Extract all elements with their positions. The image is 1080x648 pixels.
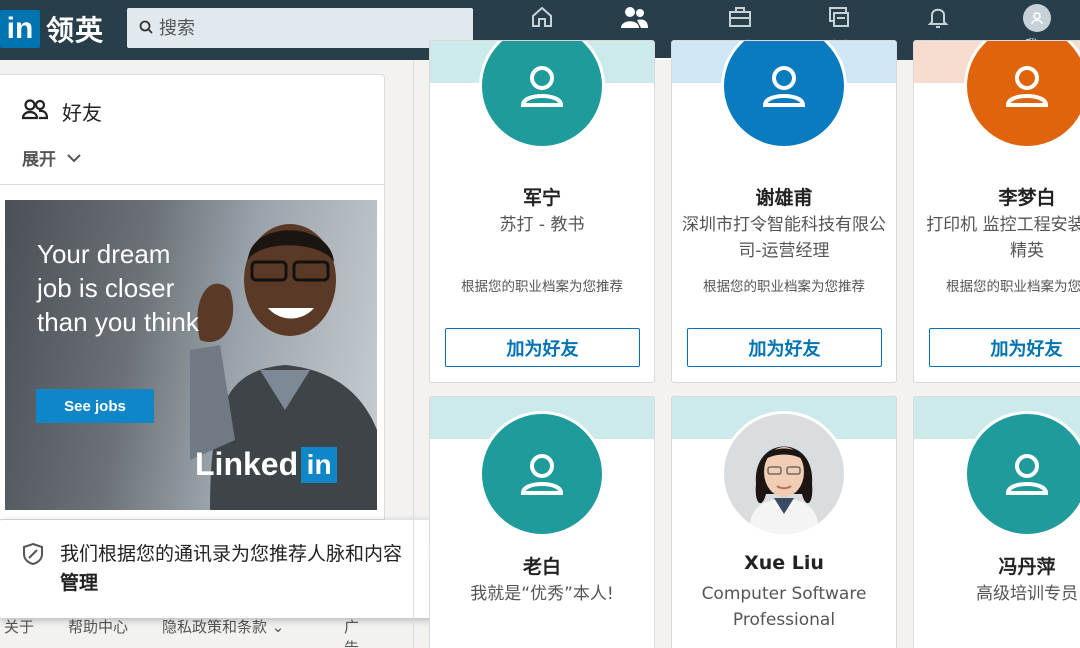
person-placeholder-icon xyxy=(520,66,564,107)
manage-link[interactable]: 管理 xyxy=(60,572,98,594)
avatar-icon xyxy=(1023,4,1051,32)
search-box[interactable] xyxy=(127,8,473,48)
notification-toast: 我们根据您的通讯录为您推荐人脉和内容 管理 × xyxy=(0,520,465,618)
shield-icon xyxy=(22,542,44,570)
person-avatar[interactable] xyxy=(479,411,605,537)
linkedin-logo[interactable]: in 领英 xyxy=(0,10,104,48)
jobs-icon xyxy=(727,4,753,34)
friends-icon xyxy=(21,98,49,125)
person-avatar[interactable] xyxy=(721,41,847,149)
chevron-down-icon xyxy=(56,148,82,168)
ad-linkedin-logo: Linked in xyxy=(195,446,338,483)
person-name[interactable]: 李梦白 xyxy=(914,183,1080,210)
toast-message: 我们根据您的通讯录为您推荐人脉和内容 管理 xyxy=(60,543,403,594)
footer-ads[interactable]: 广告 xyxy=(344,616,359,648)
expand-label: 展开 xyxy=(22,150,56,170)
column-divider xyxy=(413,60,414,648)
search-icon xyxy=(139,19,159,38)
person-photo xyxy=(724,414,844,534)
footer-privacy[interactable]: 隐私政策和条款 ⌄ xyxy=(162,616,284,637)
person-name[interactable]: 谢雄甫 xyxy=(672,183,896,210)
connect-button[interactable]: 加为好友 xyxy=(929,328,1080,367)
search-input[interactable] xyxy=(159,17,459,39)
notifications-icon xyxy=(925,4,951,34)
person-title: 苏打 - 教书 xyxy=(499,215,585,235)
person-card: Xue Liu Computer Software Professional xyxy=(671,396,897,648)
person-reason: 根据您的职业档案为您推荐 xyxy=(703,279,865,295)
messaging-icon xyxy=(826,4,852,34)
friends-card: 好友 展开 xyxy=(0,74,385,185)
person-title: 打印机 监控工程安装 — IT精英 xyxy=(926,215,1080,261)
home-icon xyxy=(529,4,555,34)
person-card: 军宁 苏打 - 教书 根据您的职业档案为您推荐 加为好友 xyxy=(429,40,655,383)
see-jobs-button[interactable]: See jobs xyxy=(36,389,154,423)
ad-banner[interactable]: Your dream job is closer than you think … xyxy=(5,200,377,510)
expand-button[interactable]: 展开 xyxy=(22,145,82,170)
person-reason: 根据您的职业档案为您推荐 xyxy=(461,279,623,295)
connect-button[interactable]: 加为好友 xyxy=(687,328,882,367)
person-card: 老白 我就是“优秀”本人! xyxy=(429,396,655,648)
footer-links: 关于 帮助中心 隐私政策和条款 ⌄ 广告 xyxy=(4,616,359,648)
person-title: 高级培训专员 xyxy=(976,584,1078,604)
ad-headline: Your dream job is closer than you think xyxy=(37,239,199,337)
friends-link[interactable]: 好友 xyxy=(21,97,102,126)
person-placeholder-icon xyxy=(520,454,564,495)
person-name[interactable]: Xue Liu xyxy=(672,552,896,574)
person-placeholder-icon xyxy=(1005,66,1049,107)
person-title: 深圳市打令智能科技有限公司-运营经理 xyxy=(682,215,886,261)
person-card: 冯丹萍 高级培训专员 xyxy=(913,396,1080,648)
logo-text: 领英 xyxy=(46,14,105,47)
footer-help[interactable]: 帮助中心 xyxy=(68,616,128,637)
person-card: 李梦白 打印机 监控工程安装 — IT精英 根据您的职业档案为您推荐 加为好友 xyxy=(913,40,1080,383)
person-title: Computer Software Professional xyxy=(701,584,867,630)
ad-card: Your dream job is closer than you think … xyxy=(0,184,385,520)
person-avatar[interactable] xyxy=(479,41,605,149)
footer-about[interactable]: 关于 xyxy=(4,616,34,637)
ad-logo-in: in xyxy=(301,446,338,483)
person-name[interactable]: 冯丹萍 xyxy=(914,552,1080,579)
person-card: 谢雄甫 深圳市打令智能科技有限公司-运营经理 根据您的职业档案为您推荐 加为好友 xyxy=(671,40,897,383)
ad-logo-word: Linked xyxy=(195,446,299,482)
person-reason: 根据您的职业档案为您推荐 xyxy=(946,279,1080,295)
person-placeholder-icon xyxy=(1005,454,1049,495)
person-title: 我就是“优秀”本人! xyxy=(470,584,614,604)
person-avatar[interactable] xyxy=(721,411,847,537)
logo-in-mark: in xyxy=(0,10,40,48)
network-icon xyxy=(619,4,649,34)
friends-label: 好友 xyxy=(62,101,102,125)
connect-button[interactable]: 加为好友 xyxy=(445,328,640,367)
person-name[interactable]: 军宁 xyxy=(430,183,654,210)
person-avatar[interactable] xyxy=(964,411,1080,537)
person-placeholder-icon xyxy=(762,66,806,107)
person-name[interactable]: 老白 xyxy=(430,552,654,579)
person-avatar[interactable] xyxy=(964,41,1080,149)
